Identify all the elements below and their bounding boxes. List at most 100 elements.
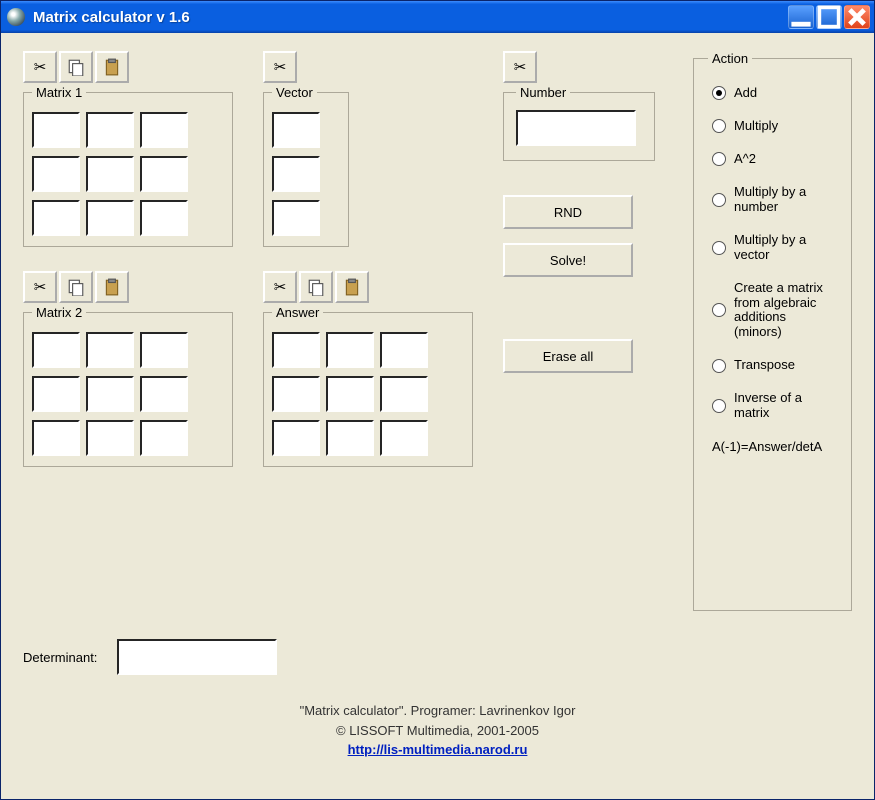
- number-label: Number: [516, 85, 570, 100]
- minimize-button[interactable]: [788, 5, 814, 29]
- radio-icon: [712, 303, 726, 317]
- answer-cell[interactable]: [272, 420, 320, 456]
- matrix2-cell[interactable]: [32, 376, 80, 412]
- determinant-row: Determinant:: [23, 639, 852, 675]
- matrix2-cell[interactable]: [32, 332, 80, 368]
- matrix2-group: Matrix 2: [23, 305, 233, 467]
- radio-icon: [712, 152, 726, 166]
- matrix1-cell[interactable]: [140, 200, 188, 236]
- answer-cell[interactable]: [380, 376, 428, 412]
- matrix2-cell[interactable]: [32, 420, 80, 456]
- radio-icon: [712, 241, 726, 255]
- action-label: Action: [708, 51, 752, 66]
- vector-group: Vector: [263, 85, 349, 247]
- cut-icon[interactable]: ✂: [23, 51, 57, 83]
- title-bar: Matrix calculator v 1.6: [1, 1, 874, 33]
- radio-label: Multiply by a vector: [734, 233, 837, 263]
- matrix1-cell[interactable]: [32, 156, 80, 192]
- matrix2-cell[interactable]: [140, 332, 188, 368]
- matrix1-cell[interactable]: [140, 112, 188, 148]
- vector-cell[interactable]: [272, 112, 320, 148]
- window-title: Matrix calculator v 1.6: [33, 9, 788, 26]
- answer-cell[interactable]: [326, 376, 374, 412]
- erase-all-button[interactable]: Erase all: [503, 339, 633, 373]
- matrix2-cell[interactable]: [140, 376, 188, 412]
- radio-label: Add: [734, 86, 757, 101]
- radio-label: Create a matrix from algebraic additions…: [734, 281, 837, 341]
- radio-label: A^2: [734, 152, 756, 167]
- vector-toolbar: ✂: [263, 51, 473, 83]
- matrix2-cell[interactable]: [86, 332, 134, 368]
- cut-icon[interactable]: ✂: [263, 271, 297, 303]
- answer-cell[interactable]: [326, 420, 374, 456]
- radio-label: Transpose: [734, 358, 795, 373]
- number-toolbar: ✂: [503, 51, 655, 83]
- vector-cell[interactable]: [272, 200, 320, 236]
- close-button[interactable]: [844, 5, 870, 29]
- matrix1-cell[interactable]: [86, 112, 134, 148]
- answer-cell[interactable]: [380, 420, 428, 456]
- app-window: Matrix calculator v 1.6 ✂: [0, 0, 875, 800]
- cut-icon[interactable]: ✂: [263, 51, 297, 83]
- action-radio-inverse[interactable]: Inverse of a matrix: [712, 391, 837, 421]
- matrix1-label: Matrix 1: [32, 85, 86, 100]
- answer-cell[interactable]: [272, 332, 320, 368]
- maximize-button[interactable]: [816, 5, 842, 29]
- number-input[interactable]: [516, 110, 636, 146]
- vector-label: Vector: [272, 85, 317, 100]
- radio-label: Multiply by a number: [734, 185, 837, 215]
- action-radio-multiply[interactable]: Multiply: [712, 119, 837, 134]
- action-group: Action Add Multiply A^2: [693, 51, 852, 611]
- answer-cell[interactable]: [326, 332, 374, 368]
- matrix1-cell[interactable]: [86, 156, 134, 192]
- action-radio-a2[interactable]: A^2: [712, 152, 837, 167]
- matrix2-toolbar: ✂: [23, 271, 233, 303]
- footer-line2: © LISSOFT Multimedia, 2001-2005: [23, 721, 852, 741]
- matrix1-cell[interactable]: [140, 156, 188, 192]
- vector-cell[interactable]: [272, 156, 320, 192]
- determinant-label: Determinant:: [23, 650, 97, 665]
- action-radio-transpose[interactable]: Transpose: [712, 358, 837, 373]
- answer-cell[interactable]: [380, 332, 428, 368]
- action-radio-mult-number[interactable]: Multiply by a number: [712, 185, 837, 215]
- paste-icon[interactable]: [95, 271, 129, 303]
- action-radio-add[interactable]: Add: [712, 86, 837, 101]
- answer-toolbar: ✂: [263, 271, 473, 303]
- matrix2-cell[interactable]: [86, 376, 134, 412]
- client-area: ✂ Matrix 1: [1, 33, 874, 799]
- paste-icon[interactable]: [335, 271, 369, 303]
- answer-group: Answer: [263, 305, 473, 467]
- app-icon: [7, 8, 25, 26]
- cut-icon[interactable]: ✂: [23, 271, 57, 303]
- footer: "Matrix calculator". Programer: Lavrinen…: [23, 701, 852, 760]
- radio-icon: [712, 119, 726, 133]
- action-radio-minors[interactable]: Create a matrix from algebraic additions…: [712, 281, 837, 341]
- radio-icon: [712, 86, 726, 100]
- matrix1-cell[interactable]: [32, 200, 80, 236]
- determinant-output[interactable]: [117, 639, 277, 675]
- matrix1-cell[interactable]: [86, 200, 134, 236]
- matrix2-label: Matrix 2: [32, 305, 86, 320]
- solve-button[interactable]: Solve!: [503, 243, 633, 277]
- action-radio-mult-vector[interactable]: Multiply by a vector: [712, 233, 837, 263]
- copy-icon[interactable]: [59, 51, 93, 83]
- cut-icon[interactable]: ✂: [503, 51, 537, 83]
- answer-cell[interactable]: [272, 376, 320, 412]
- copy-icon[interactable]: [299, 271, 333, 303]
- footer-link[interactable]: http://lis-multimedia.narod.ru: [23, 740, 852, 760]
- radio-icon: [712, 359, 726, 373]
- matrix1-toolbar: ✂: [23, 51, 233, 83]
- matrix2-cell[interactable]: [86, 420, 134, 456]
- answer-label: Answer: [272, 305, 323, 320]
- paste-icon[interactable]: [95, 51, 129, 83]
- matrix1-cell[interactable]: [32, 112, 80, 148]
- radio-label: Inverse of a matrix: [734, 391, 837, 421]
- number-group: Number: [503, 85, 655, 161]
- footer-line1: "Matrix calculator". Programer: Lavrinen…: [23, 701, 852, 721]
- matrix2-cell[interactable]: [140, 420, 188, 456]
- radio-icon: [712, 399, 726, 413]
- copy-icon[interactable]: [59, 271, 93, 303]
- rnd-button[interactable]: RND: [503, 195, 633, 229]
- radio-icon: [712, 193, 726, 207]
- inverse-formula: A(-1)=Answer/detA: [712, 439, 837, 454]
